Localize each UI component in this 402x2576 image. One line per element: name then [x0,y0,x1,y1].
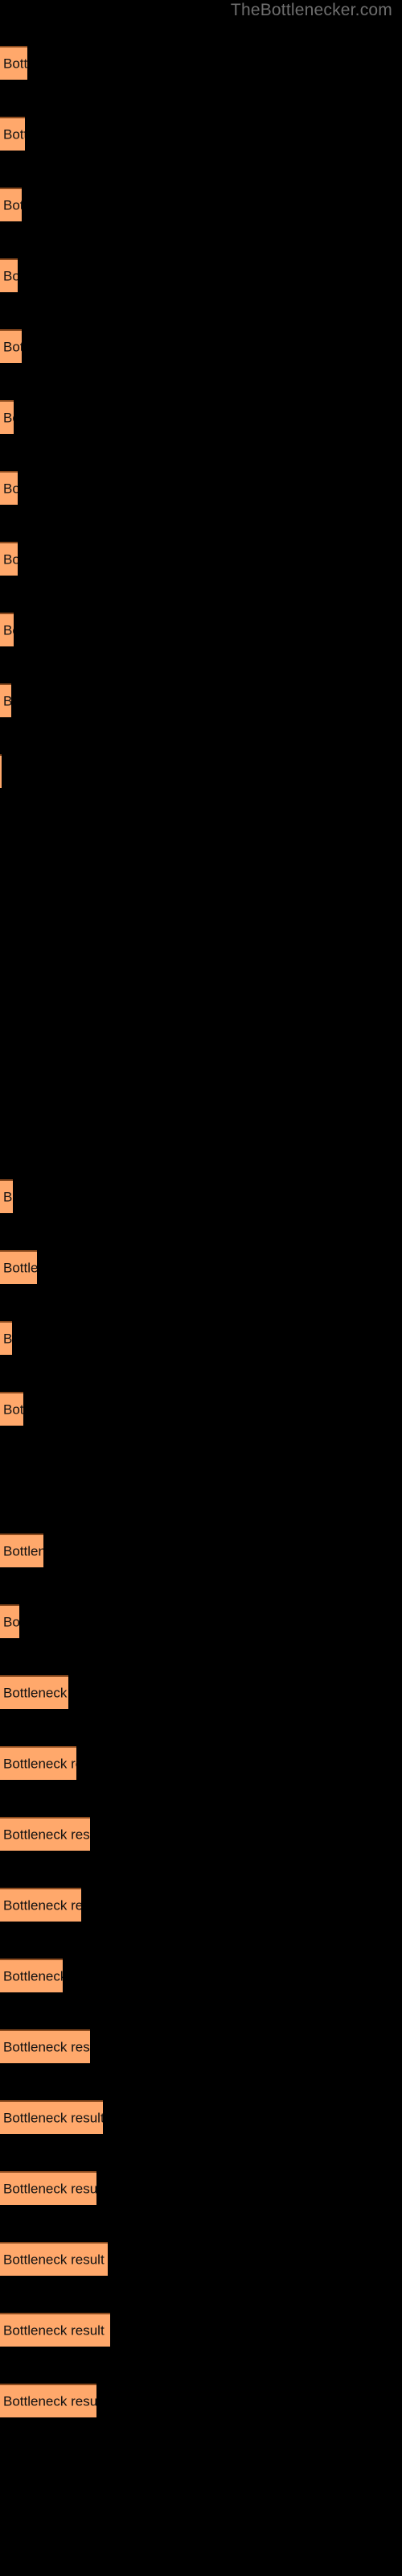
bar[interactable]: Bottleneck result [0,400,14,434]
bar-chart-root: TheBottlenecker.com Bottleneck resultBot… [0,0,402,2576]
bar[interactable]: Bottleneck result [0,1392,23,1426]
bar[interactable]: Bottleneck result [0,46,27,80]
bar[interactable]: Bottleneck result [0,1321,12,1355]
bar[interactable]: Bottleneck result [0,258,18,292]
bar-label: Bottleneck result [3,56,27,72]
bar-label: Bottleneck result [3,1543,43,1559]
bar-label: Bottleneck result [3,1756,76,1772]
bar[interactable]: Bottleneck result [0,1959,63,1992]
bar-label: Bottleneck result [3,2393,96,2409]
bar-label: Bottleneck result [3,1189,13,1205]
bar-label: Bottleneck result [3,2252,105,2268]
bar[interactable]: Bottleneck result [0,2242,108,2276]
bar-label: Bottleneck result [3,622,14,638]
bar[interactable]: Bottleneck result [0,1888,81,1922]
bar-label: Bottleneck result [3,268,18,284]
bar-label: Bottleneck result [3,410,14,426]
bar[interactable]: Bottleneck result [0,613,14,646]
bar-label: Bottleneck result [3,1685,68,1701]
bar-label: Bottleneck result [3,2110,103,2126]
bar[interactable]: Bottleneck result [0,117,25,151]
bar[interactable]: Bottleneck result [0,188,22,221]
bar-label: Bottleneck result [3,551,18,568]
bar-label: Bottleneck result [3,481,18,497]
bar-label: Bottleneck result [3,694,11,709]
bar[interactable]: Bottleneck result [0,2029,90,2063]
bar[interactable]: Bottleneck result [0,471,18,505]
bar-label: Bottleneck result [3,1827,90,1843]
bar-label: Bottleneck result [3,1614,19,1630]
bar[interactable]: Bottleneck result [0,2100,103,2134]
bar[interactable]: Bottleneck result [0,2384,96,2417]
bar[interactable]: Bottleneck result [0,1675,68,1709]
bar-label: Bottleneck result [3,1897,81,1913]
bar[interactable]: Bottleneck result [0,329,22,363]
bar[interactable]: Bottleneck result [0,754,2,788]
bar-label: Bottleneck result [3,2181,96,2197]
plot-area: Bottleneck result Bottleneck result Bottle… [0,0,402,2576]
bar-label: Bottleneck result [3,126,25,142]
bar-label: Bottleneck result [3,1331,12,1347]
bar-label: Bottleneck result [3,339,22,355]
bar[interactable]: Bottleneck result [0,1250,37,1284]
bar[interactable]: Bottleneck result [0,1817,90,1851]
bar[interactable]: Bottleneck result [0,683,11,717]
bar[interactable]: Bottleneck result [0,1534,43,1567]
bar-label: Bottleneck result [3,2039,90,2055]
bar-label: Bottleneck result [3,197,22,213]
bar-label: Bottleneck result [3,2322,105,2339]
bar-label: Bottleneck result [3,1260,37,1276]
bar[interactable]: Bottleneck result [0,1746,76,1780]
bar[interactable]: Bottleneck result [0,2313,110,2347]
bar[interactable]: Bottleneck result [0,542,18,576]
bar-label: Bottleneck result [3,1968,63,1984]
bar[interactable]: Bottleneck result [0,1604,19,1638]
bar[interactable]: Bottleneck result [0,2171,96,2205]
bar[interactable]: Bottleneck result [0,1179,13,1213]
bar-label: Bottleneck result [3,1402,23,1418]
